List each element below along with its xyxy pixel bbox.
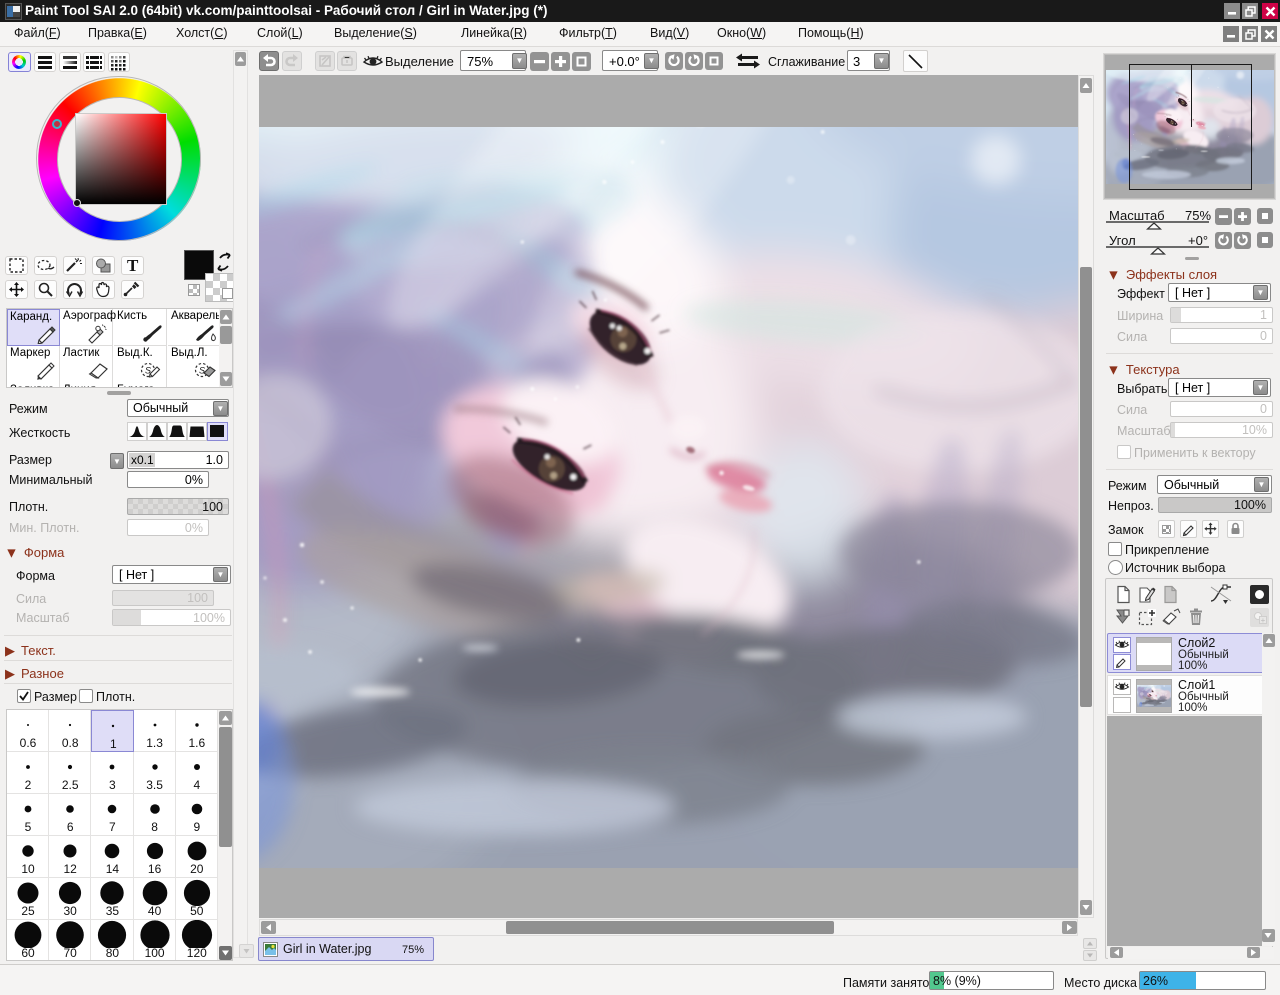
svg-text:S: S: [199, 366, 205, 376]
